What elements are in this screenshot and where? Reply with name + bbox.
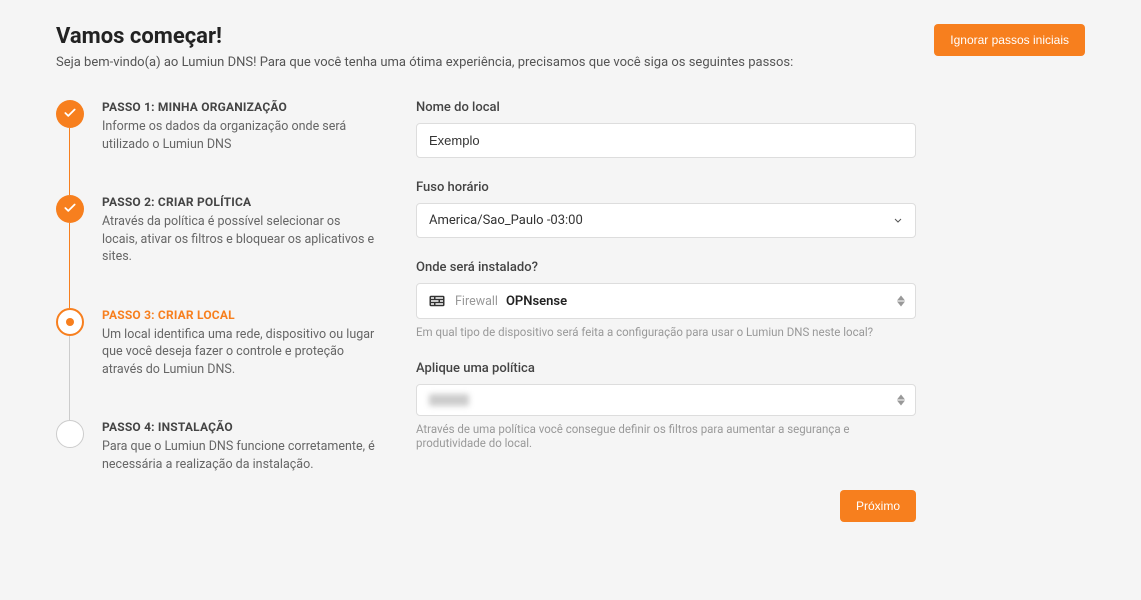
step-bullet-active (56, 308, 84, 336)
check-icon (63, 200, 77, 219)
page-title: Vamos começar! (56, 24, 793, 49)
install-value: OPNsense (506, 294, 567, 309)
policy-select[interactable] (416, 384, 916, 416)
onboarding-container: Vamos começar! Seja bem-vindo(a) ao Lumi… (0, 0, 1141, 546)
tz-label: Fuso horário (416, 180, 916, 195)
updown-icon (897, 296, 905, 307)
step-bullet-done (56, 100, 84, 128)
install-category: Firewall (455, 294, 498, 309)
footer-actions: Próximo (416, 490, 916, 522)
install-helper: Em qual tipo de dispositivo será feita a… (416, 325, 916, 339)
field-timezone: Fuso horário America/Sao_Paulo -03:00 (416, 180, 916, 238)
step-bullet-pending (56, 420, 84, 448)
step-4: PASSO 4: INSTALAÇÃO Para que o Lumiun DN… (56, 420, 376, 473)
tz-value: America/Sao_Paulo -03:00 (429, 213, 583, 228)
step-1: PASSO 1: MINHA ORGANIZAÇÃO Informe os da… (56, 100, 376, 195)
stepper: PASSO 1: MINHA ORGANIZAÇÃO Informe os da… (56, 100, 376, 522)
tz-select[interactable]: America/Sao_Paulo -03:00 (416, 203, 916, 238)
policy-helper: Através de uma política você consegue de… (416, 422, 916, 450)
form-area: Nome do local Fuso horário America/Sao_P… (416, 100, 916, 522)
step-desc: Um local identifica uma rede, dispositiv… (102, 326, 376, 379)
step-bullet-done (56, 195, 84, 223)
step-3: PASSO 3: CRIAR LOCAL Um local identifica… (56, 308, 376, 421)
step-desc: Informe os dados da organização onde ser… (102, 118, 376, 153)
field-location-name: Nome do local (416, 100, 916, 158)
check-icon (63, 105, 77, 124)
name-input[interactable] (416, 123, 916, 158)
header-row: Vamos começar! Seja bem-vindo(a) ao Lumi… (56, 24, 1085, 70)
policy-value-redacted (429, 394, 469, 406)
content-row: PASSO 1: MINHA ORGANIZAÇÃO Informe os da… (56, 100, 1085, 522)
step-title: PASSO 4: INSTALAÇÃO (102, 420, 376, 434)
step-2: PASSO 2: CRIAR POLÍTICA Através da polít… (56, 195, 376, 308)
updown-icon (897, 395, 905, 406)
header-text: Vamos começar! Seja bem-vindo(a) ao Lumi… (56, 24, 793, 70)
skip-button[interactable]: Ignorar passos iniciais (934, 24, 1085, 56)
step-title: PASSO 3: CRIAR LOCAL (102, 308, 376, 322)
step-desc: Através da política é possível seleciona… (102, 213, 376, 266)
name-label: Nome do local (416, 100, 916, 115)
step-body: PASSO 1: MINHA ORGANIZAÇÃO Informe os da… (102, 100, 376, 153)
next-button[interactable]: Próximo (840, 490, 916, 522)
field-policy: Aplique uma política Através de uma polí… (416, 361, 916, 450)
install-select[interactable]: Firewall OPNsense (416, 283, 916, 319)
step-desc: Para que o Lumiun DNS funcione corretame… (102, 438, 376, 473)
step-body: PASSO 3: CRIAR LOCAL Um local identifica… (102, 308, 376, 379)
field-install: Onde será instalado? Firewall OPNsense E… (416, 260, 916, 339)
page-subtitle: Seja bem-vindo(a) ao Lumiun DNS! Para qu… (56, 55, 793, 70)
step-body: PASSO 2: CRIAR POLÍTICA Através da polít… (102, 195, 376, 266)
firewall-icon (427, 291, 447, 311)
step-title: PASSO 2: CRIAR POLÍTICA (102, 195, 376, 209)
step-title: PASSO 1: MINHA ORGANIZAÇÃO (102, 100, 376, 114)
policy-label: Aplique uma política (416, 361, 916, 376)
install-label: Onde será instalado? (416, 260, 916, 275)
tz-select-wrap: America/Sao_Paulo -03:00 (416, 203, 916, 238)
step-body: PASSO 4: INSTALAÇÃO Para que o Lumiun DN… (102, 420, 376, 473)
